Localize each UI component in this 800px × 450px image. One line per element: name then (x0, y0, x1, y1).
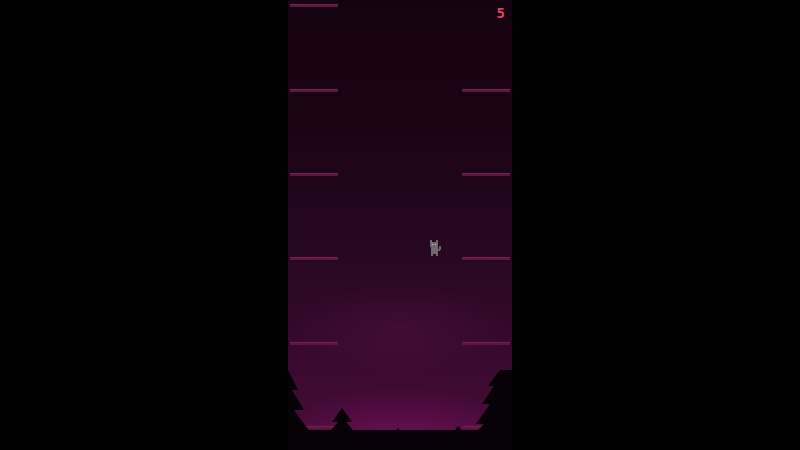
wall-ledge (462, 173, 510, 176)
wall-ledge (462, 89, 510, 92)
game-area[interactable]: 5 (288, 0, 512, 450)
wall-ledge (290, 89, 338, 92)
score: 5 (495, 4, 507, 22)
wall-ledge (462, 342, 510, 345)
wall-ledge (290, 173, 338, 176)
wall-ledge (290, 4, 338, 7)
pine-trees-icon (288, 370, 512, 450)
wall-ledge (290, 257, 338, 260)
fog (288, 280, 512, 450)
wall-ledge (462, 257, 510, 260)
cat-icon (427, 239, 443, 257)
wall-ledge (290, 342, 338, 345)
